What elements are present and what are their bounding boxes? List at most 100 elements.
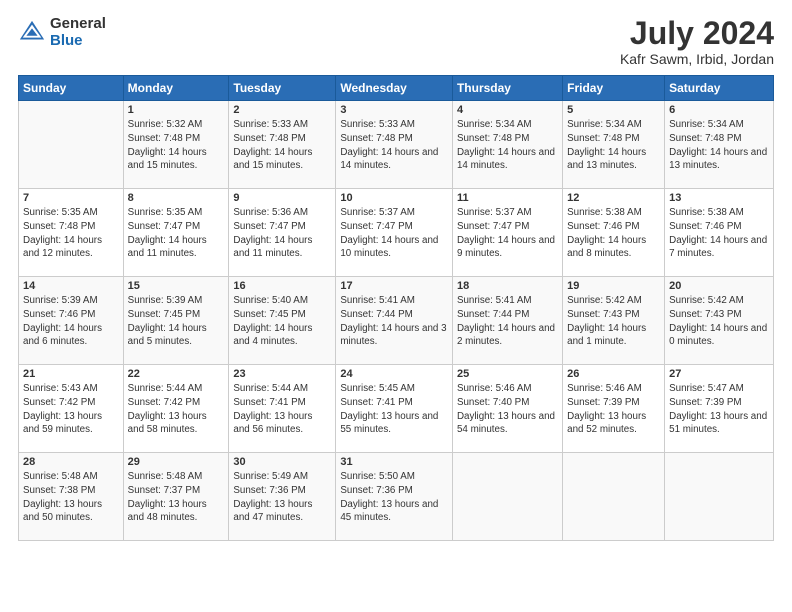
day-info: Sunrise: 5:44 AMSunset: 7:42 PMDaylight:…: [128, 383, 207, 435]
table-row: 5Sunrise: 5:34 AMSunset: 7:48 PMDaylight…: [563, 101, 665, 189]
day-info: Sunrise: 5:42 AMSunset: 7:43 PMDaylight:…: [567, 295, 646, 347]
day-info: Sunrise: 5:35 AMSunset: 7:47 PMDaylight:…: [128, 207, 207, 259]
day-number: 3: [340, 104, 448, 116]
day-info: Sunrise: 5:34 AMSunset: 7:48 PMDaylight:…: [457, 119, 555, 171]
calendar-body: 1 Sunrise: 5:32 AMSunset: 7:48 PMDaylight…: [19, 101, 774, 541]
table-row: 17 Sunrise: 5:41 AMSunset: 7:44 PMDayligh…: [336, 277, 453, 365]
day-number: 8: [128, 192, 225, 204]
day-info: Sunrise: 5:37 AMSunset: 7:47 PMDaylight:…: [340, 207, 438, 259]
table-row: 20 Sunrise: 5:42 AMSunset: 7:43 PMDayligh…: [665, 277, 774, 365]
main-title: July 2024: [620, 16, 774, 51]
day-number: 18: [457, 280, 558, 292]
table-row: 22Sunrise: 5:44 AMSunset: 7:42 PMDayligh…: [123, 365, 229, 453]
day-number: 13: [669, 192, 769, 204]
table-row: 31Sunrise: 5:50 AMSunset: 7:36 PMDayligh…: [336, 453, 453, 541]
logo-blue: Blue: [50, 33, 106, 50]
table-row: 11 Sunrise: 5:37 AMSunset: 7:47 PMDayligh…: [452, 189, 562, 277]
table-row: 8 Sunrise: 5:35 AMSunset: 7:47 PMDaylight…: [123, 189, 229, 277]
calendar-week-1: 1 Sunrise: 5:32 AMSunset: 7:48 PMDaylight…: [19, 101, 774, 189]
day-number: 14: [23, 280, 119, 292]
calendar-table: Sunday Monday Tuesday Wednesday Thursday…: [18, 75, 774, 541]
calendar-week-2: 7 Sunrise: 5:35 AMSunset: 7:48 PMDaylight…: [19, 189, 774, 277]
table-row: 19 Sunrise: 5:42 AMSunset: 7:43 PMDayligh…: [563, 277, 665, 365]
calendar-week-4: 21 Sunrise: 5:43 AMSunset: 7:42 PMDayligh…: [19, 365, 774, 453]
day-number: 11: [457, 192, 558, 204]
day-info: Sunrise: 5:34 AMSunset: 7:48 PMDaylight:…: [567, 119, 646, 171]
table-row: 30Sunrise: 5:49 AMSunset: 7:36 PMDayligh…: [229, 453, 336, 541]
day-number: 31: [340, 456, 448, 468]
day-number: 4: [457, 104, 558, 116]
calendar-header: Sunday Monday Tuesday Wednesday Thursday…: [19, 76, 774, 101]
calendar-week-3: 14Sunrise: 5:39 AMSunset: 7:46 PMDayligh…: [19, 277, 774, 365]
table-row: 6Sunrise: 5:34 AMSunset: 7:48 PMDaylight…: [665, 101, 774, 189]
day-info: Sunrise: 5:42 AMSunset: 7:43 PMDaylight:…: [669, 295, 767, 347]
day-number: 7: [23, 192, 119, 204]
col-tuesday: Tuesday: [229, 76, 336, 101]
table-row: 2Sunrise: 5:33 AMSunset: 7:48 PMDaylight…: [229, 101, 336, 189]
day-info: Sunrise: 5:33 AMSunset: 7:48 PMDaylight:…: [340, 119, 438, 171]
day-number: 27: [669, 368, 769, 380]
day-info: Sunrise: 5:34 AMSunset: 7:48 PMDaylight:…: [669, 119, 767, 171]
day-number: 24: [340, 368, 448, 380]
day-info: Sunrise: 5:46 AMSunset: 7:40 PMDaylight:…: [457, 383, 555, 435]
subtitle: Kafr Sawm, Irbid, Jordan: [620, 51, 774, 67]
col-thursday: Thursday: [452, 76, 562, 101]
table-row: 29Sunrise: 5:48 AMSunset: 7:37 PMDayligh…: [123, 453, 229, 541]
table-row: [665, 453, 774, 541]
table-row: 15Sunrise: 5:39 AMSunset: 7:45 PMDayligh…: [123, 277, 229, 365]
table-row: [452, 453, 562, 541]
table-row: 9 Sunrise: 5:36 AMSunset: 7:47 PMDaylight…: [229, 189, 336, 277]
day-number: 16: [233, 280, 331, 292]
col-sunday: Sunday: [19, 76, 124, 101]
day-number: 26: [567, 368, 660, 380]
day-info: Sunrise: 5:46 AMSunset: 7:39 PMDaylight:…: [567, 383, 646, 435]
table-row: 28Sunrise: 5:48 AMSunset: 7:38 PMDayligh…: [19, 453, 124, 541]
calendar-week-5: 28Sunrise: 5:48 AMSunset: 7:38 PMDayligh…: [19, 453, 774, 541]
day-info: Sunrise: 5:48 AMSunset: 7:38 PMDaylight:…: [23, 471, 102, 523]
title-block: July 2024 Kafr Sawm, Irbid, Jordan: [620, 16, 774, 67]
calendar-page: General Blue July 2024 Kafr Sawm, Irbid,…: [0, 0, 792, 612]
table-row: 25 Sunrise: 5:46 AMSunset: 7:40 PMDayligh…: [452, 365, 562, 453]
table-row: 10Sunrise: 5:37 AMSunset: 7:47 PMDayligh…: [336, 189, 453, 277]
logo: General Blue: [18, 16, 106, 49]
table-row: 23 Sunrise: 5:44 AMSunset: 7:41 PMDayligh…: [229, 365, 336, 453]
table-row: 7 Sunrise: 5:35 AMSunset: 7:48 PMDaylight…: [19, 189, 124, 277]
header: General Blue July 2024 Kafr Sawm, Irbid,…: [18, 16, 774, 67]
day-number: 25: [457, 368, 558, 380]
table-row: 3 Sunrise: 5:33 AMSunset: 7:48 PMDaylight…: [336, 101, 453, 189]
day-number: 9: [233, 192, 331, 204]
col-wednesday: Wednesday: [336, 76, 453, 101]
table-row: 14Sunrise: 5:39 AMSunset: 7:46 PMDayligh…: [19, 277, 124, 365]
day-info: Sunrise: 5:45 AMSunset: 7:41 PMDaylight:…: [340, 383, 438, 435]
day-number: 2: [233, 104, 331, 116]
day-number: 12: [567, 192, 660, 204]
day-info: Sunrise: 5:49 AMSunset: 7:36 PMDaylight:…: [233, 471, 312, 523]
day-number: 20: [669, 280, 769, 292]
day-info: Sunrise: 5:32 AMSunset: 7:48 PMDaylight:…: [128, 119, 207, 171]
table-row: 18 Sunrise: 5:41 AMSunset: 7:44 PMDayligh…: [452, 277, 562, 365]
day-info: Sunrise: 5:44 AMSunset: 7:41 PMDaylight:…: [233, 383, 312, 435]
table-row: 24 Sunrise: 5:45 AMSunset: 7:41 PMDayligh…: [336, 365, 453, 453]
col-monday: Monday: [123, 76, 229, 101]
day-info: Sunrise: 5:38 AMSunset: 7:46 PMDaylight:…: [669, 207, 767, 259]
day-info: Sunrise: 5:41 AMSunset: 7:44 PMDaylight:…: [457, 295, 555, 347]
logo-icon: [18, 19, 46, 47]
day-info: Sunrise: 5:35 AMSunset: 7:48 PMDaylight:…: [23, 207, 102, 259]
day-info: Sunrise: 5:37 AMSunset: 7:47 PMDaylight:…: [457, 207, 555, 259]
header-row: Sunday Monday Tuesday Wednesday Thursday…: [19, 76, 774, 101]
table-row: 16 Sunrise: 5:40 AMSunset: 7:45 PMDayligh…: [229, 277, 336, 365]
day-info: Sunrise: 5:40 AMSunset: 7:45 PMDaylight:…: [233, 295, 312, 347]
day-info: Sunrise: 5:39 AMSunset: 7:45 PMDaylight:…: [128, 295, 207, 347]
day-number: 21: [23, 368, 119, 380]
table-row: 21 Sunrise: 5:43 AMSunset: 7:42 PMDayligh…: [19, 365, 124, 453]
table-row: 12Sunrise: 5:38 AMSunset: 7:46 PMDayligh…: [563, 189, 665, 277]
table-row: 27Sunrise: 5:47 AMSunset: 7:39 PMDayligh…: [665, 365, 774, 453]
day-number: 23: [233, 368, 331, 380]
day-number: 1: [128, 104, 225, 116]
day-info: Sunrise: 5:36 AMSunset: 7:47 PMDaylight:…: [233, 207, 312, 259]
day-number: 17: [340, 280, 448, 292]
day-info: Sunrise: 5:48 AMSunset: 7:37 PMDaylight:…: [128, 471, 207, 523]
day-info: Sunrise: 5:43 AMSunset: 7:42 PMDaylight:…: [23, 383, 102, 435]
day-number: 19: [567, 280, 660, 292]
day-info: Sunrise: 5:41 AMSunset: 7:44 PMDaylight:…: [340, 295, 446, 347]
